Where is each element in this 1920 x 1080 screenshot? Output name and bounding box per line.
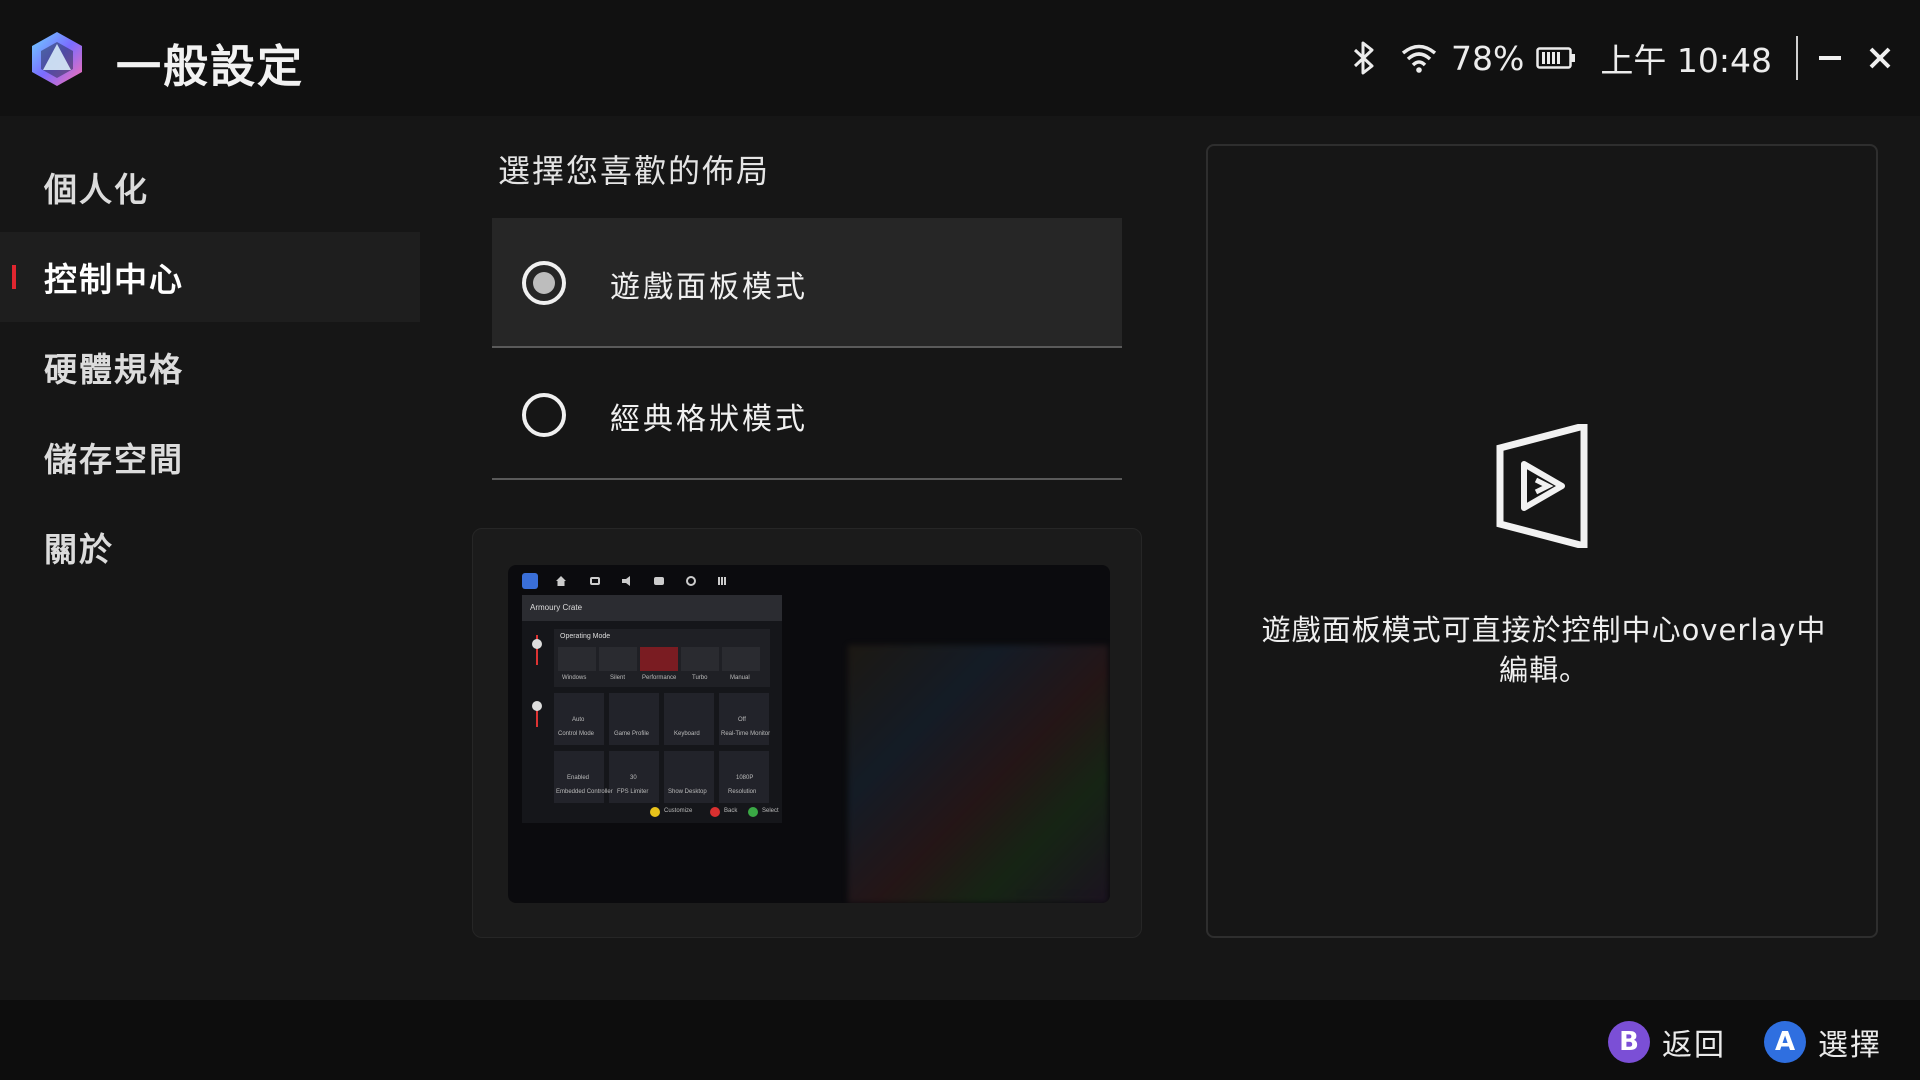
preview-background: [848, 645, 1108, 903]
sidebar-item-storage[interactable]: 儲存空間: [0, 412, 420, 502]
preview-hint-a-icon: [748, 807, 758, 817]
select-hint[interactable]: A 選擇: [1764, 1020, 1882, 1064]
game-panel-icon: [1496, 421, 1588, 552]
sidebar-item-hardware-specs[interactable]: 硬體規格: [0, 322, 420, 412]
preview-slider-knob: [532, 701, 542, 711]
preview-panel: Armoury Crate Operating Mode Windows Sil…: [522, 595, 782, 823]
preview-tile-label: Game Profile: [614, 731, 650, 737]
preview-tile-value: Enabled: [567, 775, 590, 781]
preview-screenshot: Armoury Crate Operating Mode Windows Sil…: [508, 565, 1110, 903]
sidebar-item-about[interactable]: 關於: [0, 502, 420, 592]
preview-home-icon: [556, 576, 566, 586]
preview-slider-knob: [532, 639, 542, 649]
section-title: 選擇您喜歡的佈局: [498, 152, 771, 190]
title-divider: [1796, 36, 1798, 80]
preview-mode-tile-active: [640, 647, 678, 671]
info-panel: 遊戲面板模式可直接於控制中心overlay中編輯。: [1206, 144, 1878, 938]
layout-preview: Armoury Crate Operating Mode Windows Sil…: [472, 528, 1142, 938]
back-label: 返回: [1662, 1028, 1726, 1063]
preview-gamepad-icon: [654, 577, 664, 585]
info-description: 遊戲面板模式可直接於控制中心overlay中編輯。: [1261, 613, 1827, 687]
option-label: 經典格狀模式: [610, 402, 808, 437]
preview-tile-label: Real-Time Monitor: [721, 731, 771, 737]
back-hint[interactable]: B 返回: [1608, 1020, 1726, 1064]
preview-section-title: Operating Mode: [560, 633, 611, 640]
preview-tile-value: 1080P: [736, 775, 754, 781]
preview-mode-label: Turbo: [692, 675, 708, 681]
a-button-icon: A: [1764, 1021, 1806, 1063]
preview-tile: [664, 751, 714, 803]
preview-store-icon: [590, 577, 600, 585]
bluetooth-icon: [1353, 41, 1375, 75]
sidebar: 個人化 控制中心 硬體規格 儲存空間 關於: [0, 116, 420, 1000]
preview-logo-icon: [522, 573, 538, 589]
sidebar-item-personalization[interactable]: 個人化: [0, 142, 420, 232]
radio-unselected-icon[interactable]: [522, 393, 566, 437]
preview-tile-label: Control Mode: [558, 731, 595, 737]
preview-mode-tile: [599, 647, 637, 671]
preview-hint-label: Back: [724, 808, 738, 814]
preview-mode-label: Silent: [610, 675, 626, 681]
battery-icon: [1536, 47, 1576, 69]
preview-hint-label: Customize: [664, 808, 693, 814]
preview-tile-value: Off: [738, 717, 746, 723]
select-label: 選擇: [1818, 1028, 1882, 1063]
preview-hint-y-icon: [650, 807, 660, 817]
sidebar-item-label: 硬體規格: [44, 350, 184, 389]
preview-tile-label: Embedded Controller: [556, 789, 613, 795]
footer-hints: B 返回 A 選擇: [0, 1000, 1920, 1080]
preview-mode-tile: [681, 647, 719, 671]
preview-hint-label: Select: [762, 808, 779, 814]
preview-tile-label: FPS Limiter: [617, 789, 649, 795]
preview-tile: [664, 693, 714, 745]
active-indicator: [12, 265, 16, 289]
layout-option-game-panel[interactable]: 遊戲面板模式: [492, 218, 1122, 348]
preview-settings-icon: [686, 576, 696, 586]
sidebar-item-control-center[interactable]: 控制中心: [0, 232, 420, 322]
b-button-icon: B: [1608, 1021, 1650, 1063]
sidebar-item-label: 個人化: [44, 170, 149, 209]
layout-option-classic-grid[interactable]: 經典格狀模式: [492, 350, 1122, 480]
preview-tile-label: Keyboard: [674, 731, 700, 737]
radio-selected-icon[interactable]: [522, 261, 566, 305]
preview-mode-label: Windows: [562, 675, 587, 681]
preview-tile-label: Resolution: [728, 789, 757, 795]
preview-hint-b-icon: [710, 807, 720, 817]
preview-mode-label: Manual: [730, 675, 750, 681]
page-title: 一般設定: [116, 40, 305, 93]
close-icon[interactable]: [1868, 46, 1892, 70]
sidebar-item-label: 控制中心: [44, 260, 184, 299]
preview-tile: [609, 693, 659, 745]
option-label: 遊戲面板模式: [610, 270, 808, 305]
clock: 上午 10:48: [1600, 41, 1772, 80]
preview-tile-label: Show Desktop: [668, 789, 707, 795]
preview-mode-label: Performance: [642, 675, 677, 681]
preview-mode-tile: [722, 647, 760, 671]
preview-volume-icon: [622, 576, 630, 586]
status-area: 78% 上午 10:48: [1353, 0, 1920, 116]
battery-percent: 78%: [1451, 38, 1525, 78]
app-logo-icon: [28, 30, 86, 88]
preview-mode-tile: [558, 647, 596, 671]
sidebar-item-label: 儲存空間: [44, 440, 184, 479]
title-bar: 一般設定 78% 上午 10:48: [0, 0, 1920, 116]
preview-grid-icon: [718, 577, 726, 585]
minimize-icon[interactable]: [1818, 46, 1842, 70]
sidebar-item-label: 關於: [44, 530, 114, 569]
preview-panel-title: Armoury Crate: [530, 603, 583, 612]
preview-tile-value: Auto: [572, 717, 585, 723]
preview-tile-value: 30: [630, 775, 637, 781]
wifi-icon: [1401, 43, 1437, 73]
